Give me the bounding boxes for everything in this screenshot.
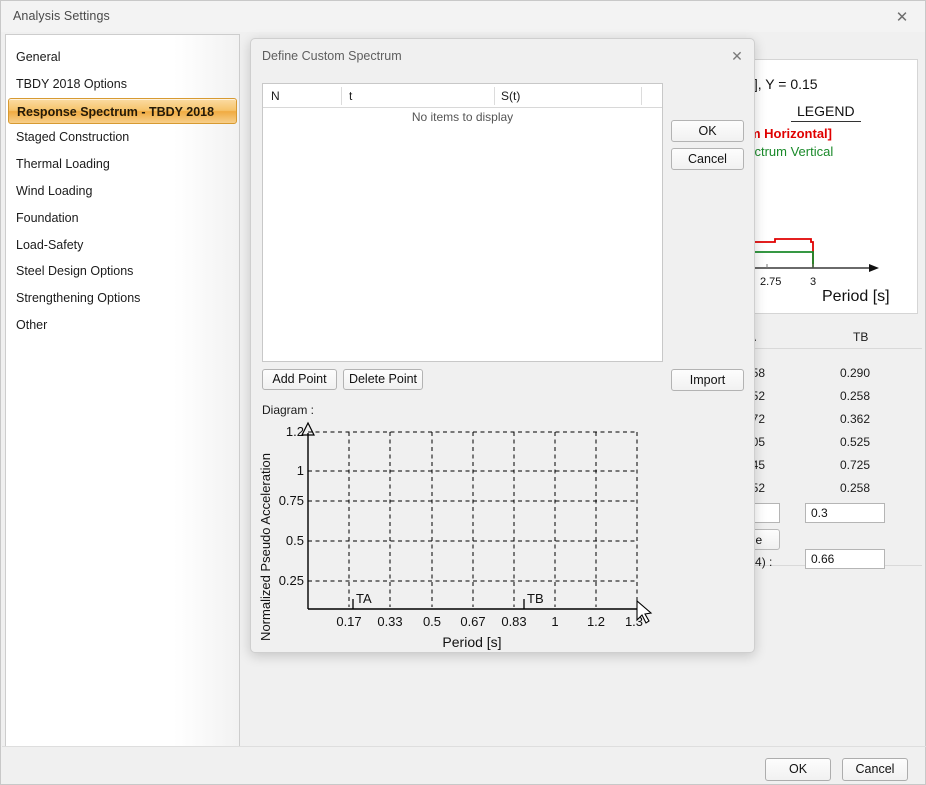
- sidebar-item-thermal-loading[interactable]: Thermal Loading: [6, 151, 239, 178]
- settings-sidebar: General TBDY 2018 Options Response Spect…: [5, 34, 240, 747]
- import-button[interactable]: Import: [671, 369, 744, 391]
- column-divider[interactable]: [494, 87, 495, 105]
- y-tick-label: 0.5: [286, 533, 304, 548]
- delete-point-button[interactable]: Delete Point: [343, 369, 423, 390]
- sidebar-item-general[interactable]: General: [6, 44, 239, 71]
- dialog-ok-button[interactable]: OK: [671, 120, 744, 142]
- tb-value-input[interactable]: 0.3: [805, 503, 885, 523]
- x-tick-label: 0.33: [377, 614, 402, 629]
- x-tick-label: 0.5: [423, 614, 441, 629]
- close-icon[interactable]: ✕: [879, 1, 925, 32]
- x-tick-label: 1: [551, 614, 558, 629]
- add-point-button[interactable]: Add Point: [262, 369, 337, 390]
- sidebar-item-steel-design-options[interactable]: Steel Design Options: [6, 258, 239, 285]
- x-tick-label: 0.83: [501, 614, 526, 629]
- grid-lines-horizontal: [308, 432, 637, 581]
- legend-title: LEGEND: [797, 103, 855, 119]
- y-tick-label: 1: [297, 463, 304, 478]
- column-header-n[interactable]: N: [271, 84, 280, 108]
- y-tick-label: 1.2: [286, 424, 304, 439]
- table-row: 0.258: [840, 481, 870, 495]
- spectrum-points-grid[interactable]: N t S(t) No items to display: [262, 83, 663, 362]
- spectrum-diagram: Normalized Pseudo Acceleration 1.2 1 0.7…: [256, 417, 751, 652]
- sidebar-item-load-safety[interactable]: Load-Safety: [6, 232, 239, 259]
- table-row: 0.725: [840, 458, 870, 472]
- footer-divider: [2, 746, 926, 747]
- mini-x-axis-label: Period [s]: [822, 288, 890, 306]
- mini-tick-3: 3: [810, 276, 816, 288]
- sidebar-item-strengthening-options[interactable]: Strengthening Options: [6, 285, 239, 312]
- sidebar-item-tbdy-2018-options[interactable]: TBDY 2018 Options: [6, 71, 239, 98]
- table-row: 0.258: [840, 389, 870, 403]
- tb-marker-label: TB: [527, 591, 544, 606]
- x-tick-label: 0.67: [460, 614, 485, 629]
- sidebar-item-staged-construction[interactable]: Staged Construction: [6, 124, 239, 151]
- define-custom-spectrum-dialog: Define Custom Spectrum ✕ N t S(t) No ite…: [250, 38, 755, 653]
- sidebar-item-other[interactable]: Other: [6, 312, 239, 339]
- column-divider[interactable]: [641, 87, 642, 105]
- dialog-cancel-button[interactable]: Cancel: [671, 148, 744, 170]
- legend-entry-horizontal: um Horizontal]: [744, 126, 832, 141]
- grid-empty-message: No items to display: [263, 110, 662, 124]
- graph-header-text: [s], Y = 0.15: [744, 76, 818, 92]
- spectrum-preview-graph: [s], Y = 0.15 LEGEND um Horizontal] pect…: [744, 59, 918, 314]
- column-header-tb: TB: [853, 330, 868, 344]
- column-divider[interactable]: [341, 87, 342, 105]
- close-icon[interactable]: ✕: [726, 45, 748, 67]
- legend-entry-vertical: pectrum Vertical: [744, 144, 833, 159]
- diagram-label: Diagram :: [262, 403, 314, 417]
- y-tick-label: 0.25: [279, 573, 304, 588]
- y-axis-title: Normalized Pseudo Acceleration: [258, 453, 273, 641]
- coefficient-input[interactable]: 0.66: [805, 549, 885, 569]
- page-title: Analysis Settings: [13, 9, 110, 23]
- table-row: 0.290: [840, 366, 870, 380]
- ta-marker-label: TA: [356, 591, 372, 606]
- dialog-title: Define Custom Spectrum: [262, 49, 402, 63]
- x-tick-label: 0.17: [336, 614, 361, 629]
- sidebar-item-wind-loading[interactable]: Wind Loading: [6, 178, 239, 205]
- sidebar-item-response-spectrum-tbdy-2018[interactable]: Response Spectrum - TBDY 2018: [8, 98, 237, 125]
- mini-tick-2-75: 2.75: [760, 276, 781, 288]
- column-header-st[interactable]: S(t): [501, 84, 520, 108]
- ok-button[interactable]: OK: [765, 758, 831, 781]
- legend-divider: [791, 121, 861, 122]
- window-title-bar: Analysis Settings ✕: [1, 1, 925, 32]
- column-header-t[interactable]: t: [349, 84, 352, 108]
- grid-header-row: N t S(t): [263, 84, 662, 108]
- spectrum-diagram-svg: Normalized Pseudo Acceleration 1.2 1 0.7…: [256, 417, 751, 652]
- sidebar-top-pad: [6, 35, 239, 44]
- table-row: 0.362: [840, 412, 870, 426]
- x-axis-title: Period [s]: [442, 634, 501, 650]
- table-row: 0.525: [840, 435, 870, 449]
- cancel-button[interactable]: Cancel: [842, 758, 908, 781]
- sidebar-item-foundation[interactable]: Foundation: [6, 205, 239, 232]
- x-tick-label: 1.2: [587, 614, 605, 629]
- analysis-settings-window: Analysis Settings ✕ General TBDY 2018 Op…: [0, 0, 926, 785]
- y-tick-label: 0.75: [279, 493, 304, 508]
